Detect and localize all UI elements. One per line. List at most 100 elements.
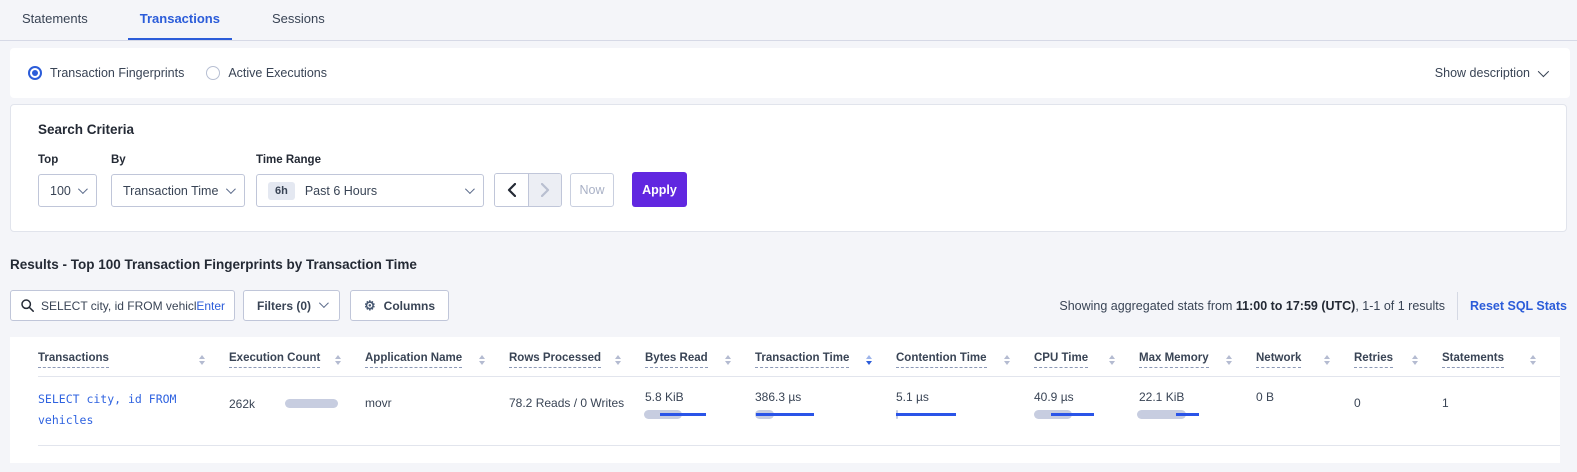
search-criteria-card: Search Criteria Top 100 By Transaction T… xyxy=(10,104,1567,232)
column-header-bytes-read[interactable]: Bytes Read xyxy=(645,352,755,368)
tab-sessions[interactable]: Sessions xyxy=(260,0,337,40)
now-button[interactable]: Now xyxy=(570,173,614,207)
sort-icon[interactable] xyxy=(725,355,731,365)
search-criteria-title: Search Criteria xyxy=(38,122,1566,137)
search-box[interactable]: Enter xyxy=(10,290,235,321)
table-bottom-padding xyxy=(38,446,1560,463)
chevron-down-icon xyxy=(465,184,475,194)
apply-button[interactable]: Apply xyxy=(632,172,687,207)
column-header-transactions[interactable]: Transactions xyxy=(38,352,229,368)
max-memory-bar xyxy=(1139,410,1256,420)
column-header-rows-processed[interactable]: Rows Processed xyxy=(509,352,645,368)
next-range-button-disabled[interactable] xyxy=(528,174,561,206)
time-range-pager xyxy=(494,173,562,207)
table-row: SELECT city, id FROM vehicles 262k movr … xyxy=(38,377,1560,446)
cell-retries: 0 xyxy=(1354,389,1442,410)
transaction-fingerprint-link[interactable]: SELECT city, id FROM vehicles xyxy=(38,389,229,431)
column-header-max-memory[interactable]: Max Memory xyxy=(1139,352,1256,368)
radio-label: Active Executions xyxy=(228,66,327,80)
chevron-left-icon xyxy=(507,183,516,197)
sort-icon-active-desc[interactable] xyxy=(866,355,872,365)
sort-icon[interactable] xyxy=(335,355,341,365)
cpu-time-bar xyxy=(1034,410,1139,420)
radio-selected-icon[interactable] xyxy=(28,66,42,80)
by-select-value: Transaction Time xyxy=(123,184,218,198)
top-select[interactable]: 100 xyxy=(38,174,97,207)
cell-rows-processed: 78.2 Reads / 0 Writes xyxy=(509,389,645,410)
vertical-divider xyxy=(1457,292,1458,320)
show-description-toggle[interactable]: Show description xyxy=(1435,66,1546,80)
column-header-transaction-time[interactable]: Transaction Time xyxy=(755,352,896,368)
filters-label: Filters (0) xyxy=(257,299,311,313)
radio-transaction-fingerprints[interactable]: Transaction Fingerprints xyxy=(28,66,184,80)
transaction-time-bar xyxy=(755,410,896,420)
chevron-down-icon xyxy=(226,184,236,194)
cell-transaction-time: 386.3 µs xyxy=(755,389,896,420)
stats-time-range: 11:00 to 17:59 (UTC) xyxy=(1236,299,1355,313)
tab-transactions[interactable]: Transactions xyxy=(128,0,232,40)
aggregated-stats-text: Showing aggregated stats from 11:00 to 1… xyxy=(1059,299,1445,313)
sort-icon[interactable] xyxy=(199,355,205,365)
filters-button[interactable]: Filters (0) xyxy=(243,290,340,321)
time-range-select[interactable]: 6h Past 6 Hours xyxy=(256,174,484,207)
bytes-read-bar xyxy=(645,410,755,420)
cell-transaction-query: SELECT city, id FROM vehicles xyxy=(38,389,229,431)
cell-max-memory: 22.1 KiB xyxy=(1139,389,1256,420)
by-field: By Transaction Time xyxy=(111,154,256,207)
results-controls-row: Enter Filters (0) ⚙ Columns Showing aggr… xyxy=(10,290,1567,321)
column-header-application-name[interactable]: Application Name xyxy=(365,352,509,368)
cell-execution-count: 262k xyxy=(229,389,365,411)
radio-active-executions[interactable]: Active Executions xyxy=(206,66,327,80)
search-icon xyxy=(21,299,34,312)
column-header-cpu-time[interactable]: CPU Time xyxy=(1034,352,1139,368)
results-title: Results - Top 100 Transaction Fingerprin… xyxy=(10,257,1567,272)
search-enter-button[interactable]: Enter xyxy=(196,299,225,313)
search-input[interactable] xyxy=(41,299,196,313)
cell-statements: 1 xyxy=(1442,389,1560,410)
chevron-down-icon xyxy=(78,184,88,194)
transactions-table: Transactions Execution Count Application… xyxy=(10,337,1560,463)
top-field: Top 100 xyxy=(38,154,111,207)
sql-activity-page: Statements Transactions Sessions Transac… xyxy=(0,0,1577,463)
tab-bar: Statements Transactions Sessions xyxy=(0,0,1577,41)
sort-icon[interactable] xyxy=(1109,355,1115,365)
sort-icon[interactable] xyxy=(479,355,485,365)
columns-label: Columns xyxy=(384,299,435,313)
sort-icon[interactable] xyxy=(615,355,621,365)
top-select-value: 100 xyxy=(50,184,71,198)
column-header-execution-count[interactable]: Execution Count xyxy=(229,352,365,368)
column-header-network[interactable]: Network xyxy=(1256,352,1354,368)
cell-cpu-time: 40.9 µs xyxy=(1034,389,1139,420)
chevron-down-icon xyxy=(319,298,329,308)
sort-icon[interactable] xyxy=(1412,355,1418,365)
sort-icon[interactable] xyxy=(1004,355,1010,365)
sort-icon[interactable] xyxy=(1530,355,1536,365)
cell-contention-time: 5.1 µs xyxy=(896,389,1034,420)
column-header-contention-time[interactable]: Contention Time xyxy=(896,352,1034,368)
chevron-down-icon xyxy=(1538,66,1549,77)
column-header-statements[interactable]: Statements xyxy=(1442,352,1560,368)
radio-unselected-icon[interactable] xyxy=(206,66,220,80)
sort-icon[interactable] xyxy=(1324,355,1330,365)
cell-network: 0 B xyxy=(1256,389,1354,404)
top-label: Top xyxy=(38,154,111,166)
execution-count-bar xyxy=(285,399,338,408)
time-range-value: Past 6 Hours xyxy=(305,184,377,198)
search-criteria-controls: Top 100 By Transaction Time Time Range 6… xyxy=(38,154,1566,207)
view-toggle-band: Transaction Fingerprints Active Executio… xyxy=(10,48,1570,98)
radio-label: Transaction Fingerprints xyxy=(50,66,184,80)
gear-icon: ⚙ xyxy=(364,299,376,312)
table-header-row: Transactions Execution Count Application… xyxy=(38,337,1560,377)
time-range-label: Time Range xyxy=(256,154,494,166)
reset-sql-stats-link[interactable]: Reset SQL Stats xyxy=(1470,299,1567,313)
by-label: By xyxy=(111,154,256,166)
contention-time-bar xyxy=(896,410,1034,420)
tab-statements[interactable]: Statements xyxy=(10,0,100,40)
previous-range-button[interactable] xyxy=(495,174,528,206)
columns-button[interactable]: ⚙ Columns xyxy=(350,290,449,321)
by-select[interactable]: Transaction Time xyxy=(111,174,245,207)
sort-icon[interactable] xyxy=(1226,355,1232,365)
show-description-label: Show description xyxy=(1435,66,1530,80)
column-header-retries[interactable]: Retries xyxy=(1354,352,1442,368)
time-range-field: Time Range 6h Past 6 Hours xyxy=(256,154,494,207)
